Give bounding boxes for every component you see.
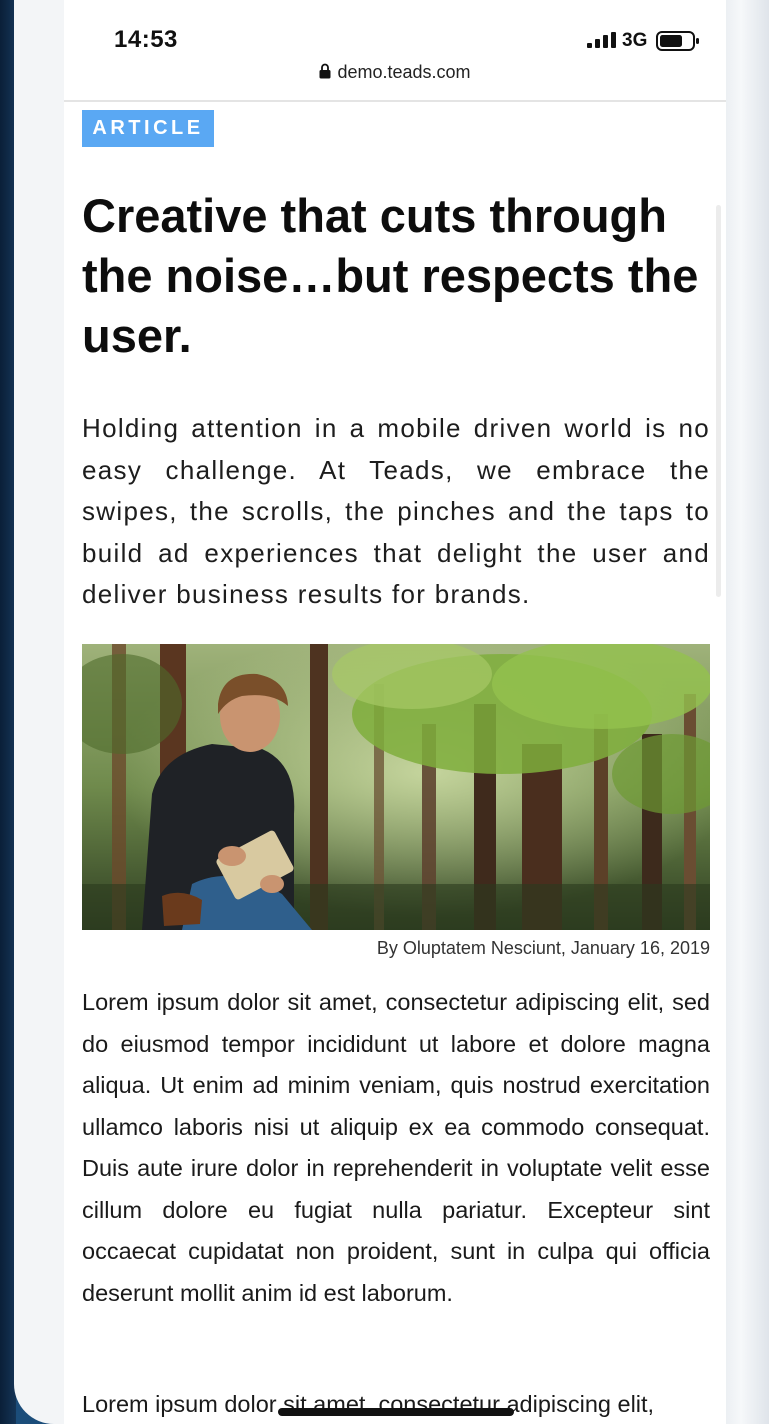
phone-screen: 14:53 3G demo.teads.com ARTICLE Creative… [64,0,726,1424]
toolbar-divider [64,100,726,102]
lock-icon [319,63,331,79]
url-text: demo.teads.com [337,62,471,82]
body-paragraph: Lorem ipsum dolor sit amet, consectetur … [82,1391,655,1417]
image-caption: By Oluptatem Nesciunt, January 16, 2019 [376,938,710,958]
article-lead: Holding attention in a mobile driven wor… [82,413,710,609]
body-paragraph: Lorem ipsum dolor sit amet, consectetur … [82,989,710,1306]
phone-right-edge [722,0,769,1424]
status-bar: 14:53 3G [64,0,726,62]
address-bar[interactable]: demo.teads.com [64,62,726,100]
network-type-label: 3G [622,30,648,51]
status-time: 14:53 [114,26,178,53]
hero-image [82,644,710,930]
signal-bars-icon [587,32,616,48]
article-headline: Creative that cuts through the noise…but… [82,189,699,362]
article-badge: ARTICLE [82,110,214,147]
scrollbar-thumb[interactable] [716,205,721,597]
home-indicator[interactable] [278,1408,514,1416]
forest-photo-illustration [82,644,710,930]
battery-icon [656,31,699,51]
